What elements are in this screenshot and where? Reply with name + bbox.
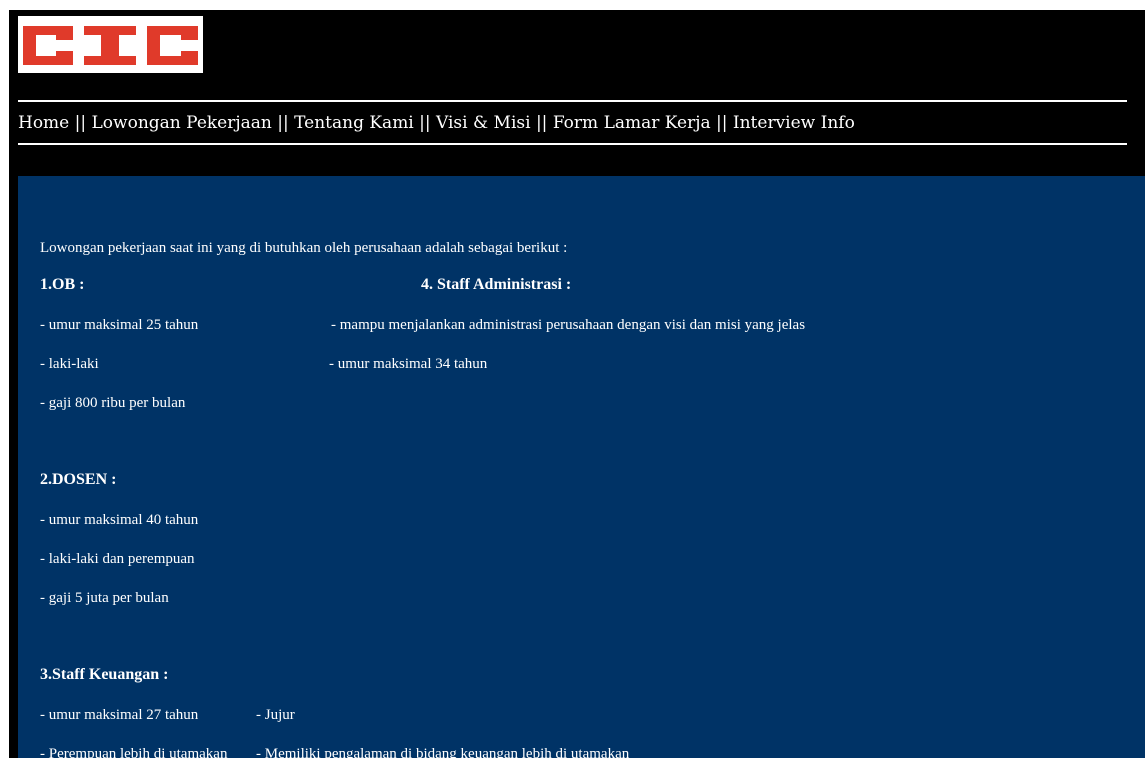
admin-requirement: - umur maksimal 34 tahun xyxy=(329,356,488,372)
nav-home[interactable]: Home xyxy=(18,113,69,133)
nav-visi-misi[interactable]: Visi & Misi xyxy=(436,113,531,133)
job-listings-panel: Lowongan pekerjaan saat ini yang di butu… xyxy=(18,176,1145,758)
dosen-requirement: - laki-laki dan perempuan xyxy=(40,551,195,567)
nav-form-lamar-kerja[interactable]: Form Lamar Kerja xyxy=(553,113,711,133)
nav-separator: || xyxy=(69,113,92,133)
job-title-staff-administrasi: 4. Staff Administrasi : xyxy=(421,276,572,293)
logo-text: CIC xyxy=(18,73,19,74)
main-nav: Home || Lowongan Pekerjaan || Tentang Ka… xyxy=(18,110,855,136)
dosen-requirement: - gaji 5 juta per bulan xyxy=(40,590,169,606)
nav-separator: || xyxy=(530,113,553,133)
keuangan-requirement: - umur maksimal 27 tahun xyxy=(40,707,199,723)
admin-requirement: - mampu menjalankan administrasi perusah… xyxy=(331,317,806,333)
nav-lowongan-pekerjaan[interactable]: Lowongan Pekerjaan xyxy=(92,113,272,133)
nav-interview-info[interactable]: Interview Info xyxy=(733,113,855,133)
ob-requirement: - gaji 800 ribu per bulan xyxy=(40,395,186,411)
nav-top-divider xyxy=(18,100,1127,102)
keuangan-requirement: - Perempuan lebih di utamakan xyxy=(40,746,228,758)
nav-tentang-kami[interactable]: Tentang Kami xyxy=(294,113,414,133)
nav-separator: || xyxy=(271,113,295,133)
keuangan-requirement: - Memiliki pengalaman di bidang keuangan… xyxy=(256,746,630,758)
nav-bottom-divider xyxy=(18,143,1127,145)
intro-text: Lowongan pekerjaan saat ini yang di butu… xyxy=(40,240,568,256)
ob-requirement: - umur maksimal 25 tahun xyxy=(40,317,199,333)
cic-logo-mark xyxy=(23,26,198,65)
ob-requirement: - laki-laki xyxy=(40,356,99,372)
cic-logo[interactable]: CIC xyxy=(18,16,203,73)
nav-separator: || xyxy=(710,113,733,133)
job-title-staff-keuangan: 3.Staff Keuangan : xyxy=(40,666,169,683)
page: CIC Home || Lowongan Pekerjaan || Tentan… xyxy=(9,10,1145,758)
keuangan-requirement: - Jujur xyxy=(256,707,295,723)
job-title-ob: 1.OB : xyxy=(40,276,85,293)
dosen-requirement: - umur maksimal 40 tahun xyxy=(40,512,199,528)
job-title-dosen: 2.DOSEN : xyxy=(40,471,117,488)
nav-separator: || xyxy=(413,113,437,133)
